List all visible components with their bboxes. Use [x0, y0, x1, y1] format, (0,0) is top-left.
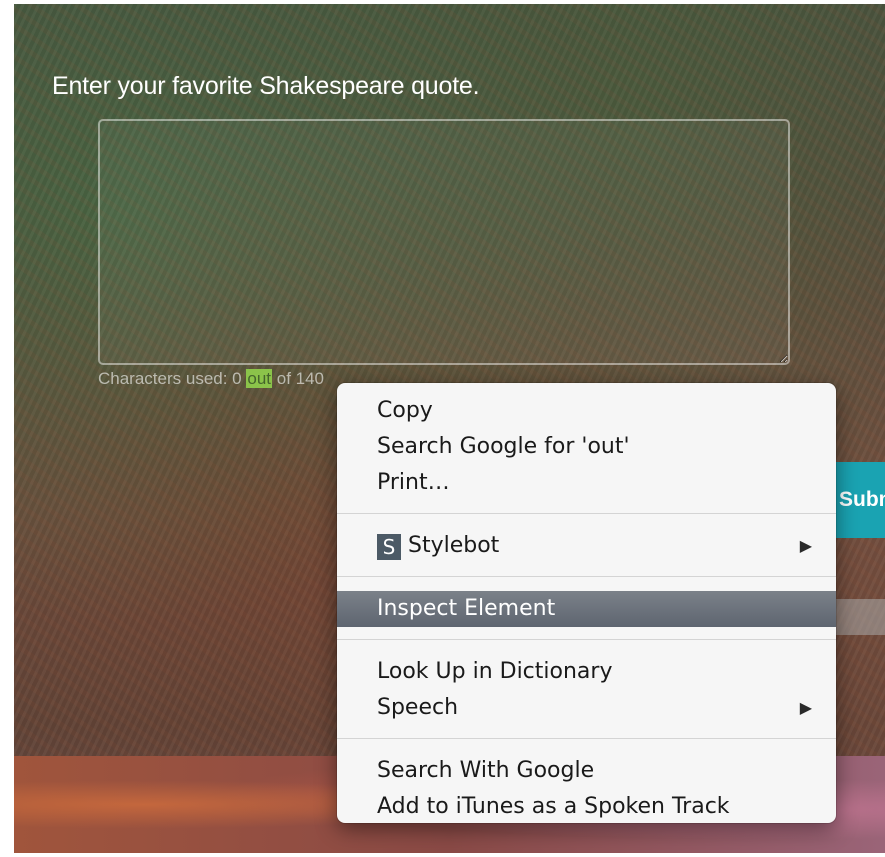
menu-item-search-with-google[interactable]: Search With Google [337, 753, 836, 789]
menu-item-stylebot-label: Stylebot [408, 533, 500, 558]
menu-separator [337, 576, 836, 577]
menu-item-print[interactable]: Print… [337, 465, 836, 501]
counter-suffix: of 140 [276, 369, 325, 388]
menu-item-stylebot[interactable]: S Stylebot ▶ [337, 528, 836, 564]
menu-item-add-to-itunes[interactable]: Add to iTunes as a Spoken Track [337, 789, 836, 825]
menu-item-look-up-dictionary[interactable]: Look Up in Dictionary [337, 654, 836, 690]
menu-separator [337, 513, 836, 514]
page-title: Enter your favorite Shakespeare quote. [52, 72, 480, 100]
menu-item-copy[interactable]: Copy [337, 393, 836, 429]
menu-item-speech-label: Speech [377, 695, 459, 720]
menu-item-speech[interactable]: Speech ▶ [337, 690, 836, 726]
submenu-arrow-icon: ▶ [799, 536, 812, 555]
menu-item-search-google[interactable]: Search Google for 'out' [337, 429, 836, 465]
context-menu: Copy Search Google for 'out' Print… S Sty… [337, 383, 836, 823]
stylebot-icon: S [377, 534, 401, 560]
counter-prefix: Characters used: 0 [98, 369, 242, 388]
menu-separator [337, 639, 836, 640]
counter-selected-text: out [246, 369, 273, 388]
submenu-arrow-icon: ▶ [799, 698, 812, 717]
menu-separator [337, 738, 836, 739]
quote-textarea[interactable] [98, 119, 790, 365]
menu-item-inspect-element[interactable]: Inspect Element [337, 591, 836, 627]
character-counter: Characters used: 0 out of 140 [98, 369, 324, 389]
